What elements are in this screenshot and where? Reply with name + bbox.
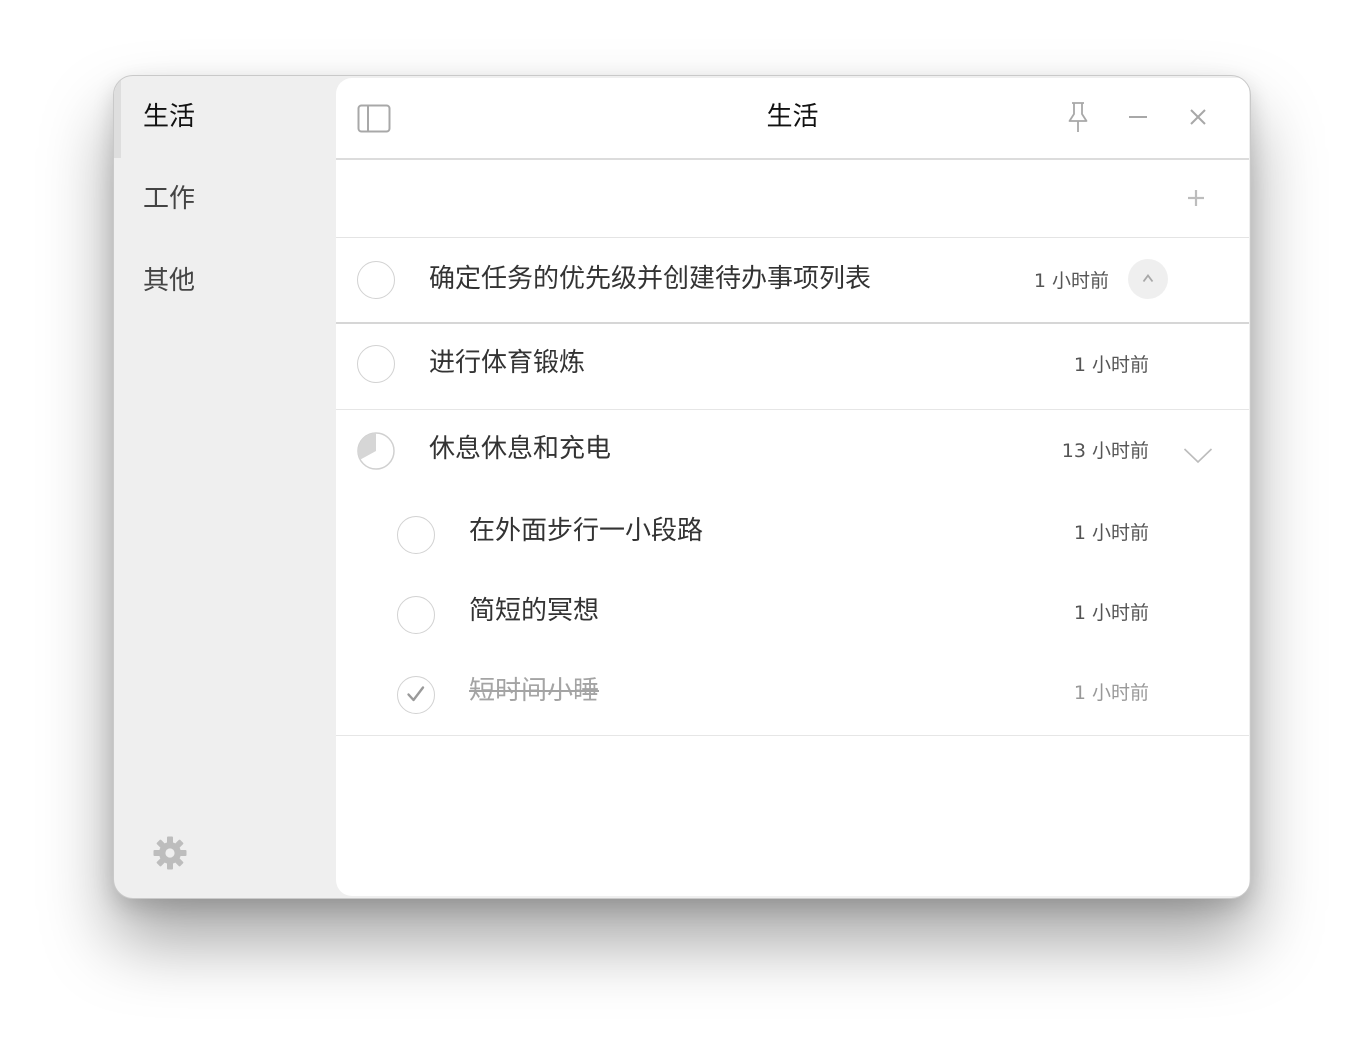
subtask-timestamp: 1 小时前 <box>1073 682 1149 704</box>
subtask-title: 在外面步行一小段路 <box>469 516 704 546</box>
close-icon[interactable] <box>1187 106 1209 128</box>
subtask-title: 短时间小睡 <box>469 676 600 706</box>
sidebar-item-other[interactable]: 其他 <box>114 240 336 322</box>
minimize-icon[interactable] <box>1127 106 1149 128</box>
subtask-checkbox-done[interactable] <box>397 676 435 714</box>
task-checkbox[interactable] <box>357 345 395 383</box>
subtask-checkbox[interactable] <box>397 596 435 634</box>
sidebar-item-label: 生活 <box>143 102 196 132</box>
task-timestamp: 1 小时前 <box>1073 354 1149 376</box>
subtask-row[interactable]: 简短的冥想 1 小时前 <box>336 572 1249 652</box>
subtask-row[interactable]: 在外面步行一小段路 1 小时前 <box>336 492 1249 572</box>
plus-icon[interactable] <box>1186 188 1206 208</box>
title-bar: 生活 <box>336 78 1249 160</box>
sidebar-item-label: 其他 <box>143 266 196 296</box>
chevron-up-icon <box>1142 274 1154 283</box>
sidebar: 生活 工作 其他 <box>114 76 336 898</box>
task-title: 休息休息和充电 <box>429 434 612 464</box>
collapse-up-button[interactable] <box>1128 259 1168 299</box>
main-panel: 生活 确定任务的优先级并创建待办事项列表 1 小时前 进行体育锻炼 1 小时前 … <box>336 78 1249 896</box>
pin-icon[interactable] <box>1066 100 1090 134</box>
task-timestamp: 1 小时前 <box>1033 270 1109 292</box>
task-checkbox[interactable] <box>357 261 395 299</box>
subtask-title: 简短的冥想 <box>469 596 600 626</box>
app-window: 生活 工作 其他 生活 确定任务的优先级并创建待办事项列表 1 小时前 进行体育… <box>113 75 1251 899</box>
task-title: 确定任务的优先级并创建待办事项列表 <box>429 264 872 294</box>
gear-icon[interactable] <box>152 835 188 871</box>
page-title: 生活 <box>766 102 819 132</box>
task-timestamp: 13 小时前 <box>1061 440 1149 462</box>
chevron-down-icon[interactable] <box>1183 446 1213 466</box>
subtask-checkbox[interactable] <box>397 516 435 554</box>
subtask-timestamp: 1 小时前 <box>1073 602 1149 624</box>
task-row[interactable]: 确定任务的优先级并创建待办事项列表 1 小时前 <box>336 238 1249 324</box>
task-row[interactable]: 进行体育锻炼 1 小时前 <box>336 324 1249 410</box>
checkmark-icon <box>407 686 425 702</box>
add-task-bar <box>336 160 1249 238</box>
task-title: 进行体育锻炼 <box>429 348 586 378</box>
subtask-row[interactable]: 短时间小睡 1 小时前 <box>336 652 1249 736</box>
sidebar-item-life[interactable]: 生活 <box>114 76 336 158</box>
partial-progress-icon[interactable] <box>357 432 395 470</box>
sidebar-item-work[interactable]: 工作 <box>114 158 336 240</box>
subtask-timestamp: 1 小时前 <box>1073 522 1149 544</box>
sidebar-item-label: 工作 <box>143 184 196 214</box>
task-row[interactable]: 休息休息和充电 13 小时前 <box>336 410 1249 490</box>
